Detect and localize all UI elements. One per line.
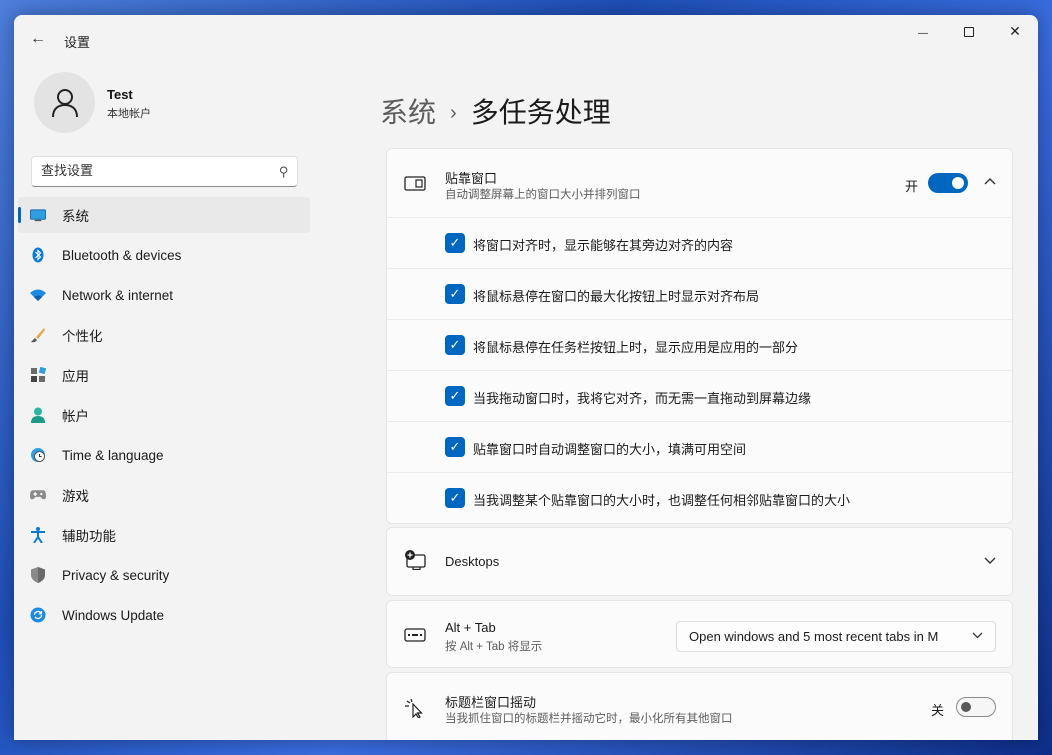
snap-windows-header[interactable]: 贴靠窗口 自动调整屏幕上的窗口大小并排列窗口 开 <box>387 149 1012 217</box>
avatar <box>34 72 95 133</box>
wifi-icon <box>30 287 46 303</box>
snap-option-checkbox[interactable]: ✓ <box>445 488 465 508</box>
user-name: Test <box>107 87 133 102</box>
snap-toggle[interactable] <box>928 173 968 193</box>
snap-option-row: ✓ 贴靠窗口时自动调整窗口的大小，填满可用空间 <box>387 421 1012 472</box>
snap-option-row: ✓ 当我拖动窗口时，我将它对齐，而无需一直拖动到屏幕边缘 <box>387 370 1012 421</box>
title-bar-shake-toggle-label: 关 <box>930 703 944 718</box>
sidebar-item-label: 系统 <box>62 209 89 224</box>
sidebar-item-apps[interactable]: 应用 <box>18 357 310 393</box>
maximize-icon <box>964 27 974 38</box>
person-icon <box>51 88 78 117</box>
snap-option-label: 贴靠窗口时自动调整窗口的大小，填满可用空间 <box>473 442 747 457</box>
apps-icon <box>30 367 46 383</box>
breadcrumb: 系统 › 多任务处理 <box>380 91 611 131</box>
sidebar-item-privacy[interactable]: Privacy & security <box>18 557 310 593</box>
bluetooth-icon <box>30 247 46 263</box>
app-title: 设置 <box>64 35 91 50</box>
snap-option-label: 当我调整某个贴靠窗口的大小时，也调整任何相邻贴靠窗口的大小 <box>473 493 851 508</box>
title-bar-shake-toggle[interactable] <box>956 697 996 717</box>
snap-windows-card: 贴靠窗口 自动调整屏幕上的窗口大小并排列窗口 开 ✓ 将窗口对齐时，显示能够在其… <box>386 148 1013 524</box>
breadcrumb-parent[interactable]: 系统 <box>380 97 436 128</box>
page-title: 多任务处理 <box>470 97 611 128</box>
accessibility-icon <box>30 527 46 543</box>
alt-tab-title: Alt + Tab <box>445 620 496 635</box>
snap-option-row: ✓ 将鼠标悬停在窗口的最大化按钮上时显示对齐布局 <box>387 268 1012 319</box>
sidebar-item-label: 帐户 <box>62 409 89 424</box>
sidebar-item-label: Network & internet <box>62 287 174 303</box>
snap-option-checkbox[interactable]: ✓ <box>445 233 465 253</box>
sidebar-nav: 系统 Bluetooth & devices Network & interne… <box>18 197 310 637</box>
back-button[interactable]: ← <box>28 29 48 49</box>
minimize-icon: — <box>918 28 928 39</box>
chevron-down-icon[interactable] <box>984 554 996 568</box>
breadcrumb-separator-icon: › <box>450 102 457 124</box>
cursor-shake-icon <box>405 698 423 718</box>
alt-tab-description: 按 Alt + Tab 将显示 <box>445 641 543 653</box>
snap-option-label: 将鼠标悬停在任务栏按钮上时，显示应用是应用的一部分 <box>473 340 799 355</box>
sidebar-item-accounts[interactable]: 帐户 <box>18 397 310 433</box>
title-bar-shake-description: 当我抓住窗口的标题栏并摇动它时，最小化所有其他窗口 <box>445 713 733 725</box>
sidebar-item-label: Privacy & security <box>62 567 170 583</box>
sidebar-item-label: Windows Update <box>62 607 165 623</box>
title-bar-shake-title: 标题栏窗口摇动 <box>445 695 537 710</box>
maximize-button[interactable] <box>946 15 992 47</box>
close-icon: ✕ <box>1009 23 1021 39</box>
sidebar-item-bluetooth[interactable]: Bluetooth & devices <box>18 237 310 273</box>
snap-option-label: 将窗口对齐时，显示能够在其旁边对齐的内容 <box>473 238 734 253</box>
sidebar-item-label: 游戏 <box>62 489 89 504</box>
desktops-card[interactable]: Desktops <box>386 527 1013 596</box>
search-icon[interactable]: ⚲ <box>279 164 289 180</box>
snap-option-checkbox[interactable]: ✓ <box>445 386 465 406</box>
sidebar-item-personalization[interactable]: 个性化 <box>18 317 310 353</box>
snap-description: 自动调整屏幕上的窗口大小并排列窗口 <box>445 189 641 201</box>
minimize-button[interactable]: — <box>900 15 946 47</box>
desktops-title: Desktops <box>445 554 500 569</box>
settings-window: ← 设置 — ✕ Test 本地帐户 ⚲ 系统 <box>14 15 1038 740</box>
sidebar-item-label: 个性化 <box>62 329 103 344</box>
sidebar-item-network[interactable]: Network & internet <box>18 277 310 313</box>
sidebar-item-label: Time & language <box>62 447 164 463</box>
snap-toggle-label: 开 <box>904 179 918 194</box>
sidebar-item-label: 应用 <box>62 369 89 384</box>
search-input[interactable] <box>41 163 261 178</box>
gamepad-icon <box>30 487 46 503</box>
snap-option-checkbox[interactable]: ✓ <box>445 284 465 304</box>
snap-option-row: ✓ 当我调整某个贴靠窗口的大小时，也调整任何相邻贴靠窗口的大小 <box>387 472 1012 523</box>
sidebar-item-time-language[interactable]: Time & language <box>18 437 310 473</box>
title-bar: ← 设置 — ✕ <box>14 15 1038 61</box>
alt-tab-selected-value: Open windows and 5 most recent tabs in M <box>689 629 939 644</box>
sidebar-item-gaming[interactable]: 游戏 <box>18 477 310 513</box>
alt-tab-dropdown[interactable]: Open windows and 5 most recent tabs in M <box>676 621 996 652</box>
monitor-icon <box>30 207 46 223</box>
snap-option-label: 将鼠标悬停在窗口的最大化按钮上时显示对齐布局 <box>473 289 760 304</box>
virtual-desktops-icon <box>405 550 426 570</box>
keyboard-icon <box>404 628 426 642</box>
search-box[interactable]: ⚲ <box>31 156 298 187</box>
alt-tab-card: Alt + Tab 按 Alt + Tab 将显示 Open windows a… <box>386 600 1013 668</box>
brush-icon <box>30 327 46 343</box>
shield-icon <box>30 567 46 583</box>
sidebar-item-accessibility[interactable]: 辅助功能 <box>18 517 310 553</box>
person-icon <box>30 407 46 423</box>
snap-option-checkbox[interactable]: ✓ <box>445 437 465 457</box>
snap-option-checkbox[interactable]: ✓ <box>445 335 465 355</box>
snap-layout-icon <box>404 176 426 191</box>
chevron-up-icon[interactable] <box>984 174 996 188</box>
update-icon <box>30 607 46 623</box>
chevron-down-icon <box>972 630 983 642</box>
title-bar-shake-card: 标题栏窗口摇动 当我抓住窗口的标题栏并摇动它时，最小化所有其他窗口 关 <box>386 672 1013 740</box>
globe-clock-icon <box>30 447 46 463</box>
sidebar-item-system[interactable]: 系统 <box>18 197 310 233</box>
snap-title: 贴靠窗口 <box>445 171 498 186</box>
account-type: 本地帐户 <box>107 108 151 120</box>
sidebar-item-label: Bluetooth & devices <box>62 247 182 263</box>
sidebar-item-windows-update[interactable]: Windows Update <box>18 597 310 633</box>
snap-option-row: ✓ 将窗口对齐时，显示能够在其旁边对齐的内容 <box>387 217 1012 268</box>
snap-option-row: ✓ 将鼠标悬停在任务栏按钮上时，显示应用是应用的一部分 <box>387 319 1012 370</box>
close-button[interactable]: ✕ <box>992 15 1038 47</box>
sidebar-item-label: 辅助功能 <box>62 529 116 544</box>
snap-option-label: 当我拖动窗口时，我将它对齐，而无需一直拖动到屏幕边缘 <box>473 391 812 406</box>
